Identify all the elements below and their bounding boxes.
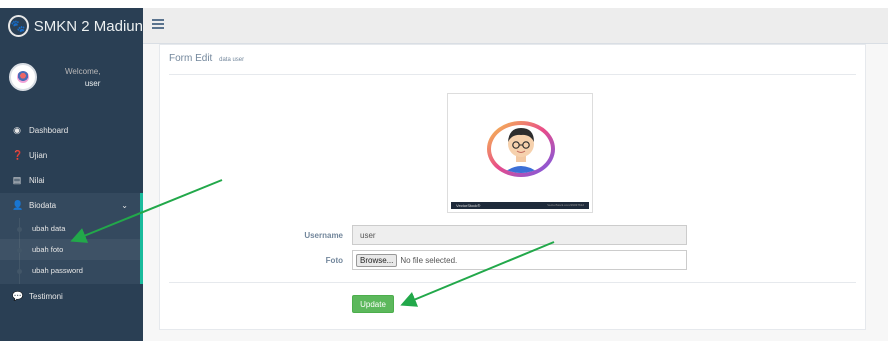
form-panel: Form Edit data user VectorStock® VectorS… bbox=[159, 44, 866, 330]
foto-label: Foto bbox=[325, 256, 343, 265]
top-border bbox=[0, 0, 888, 8]
brand[interactable]: 🐾 SMKN 2 Madiun bbox=[0, 8, 143, 44]
file-status: No file selected. bbox=[400, 255, 458, 265]
brand-title: SMKN 2 Madiun bbox=[33, 17, 143, 35]
sidebar-item-label: Ujian bbox=[29, 151, 48, 160]
panel-title-text: Form Edit bbox=[169, 53, 213, 64]
sidebar-subitem-label: ubah data bbox=[32, 224, 66, 233]
paw-icon: 🐾 bbox=[8, 15, 29, 37]
browse-button[interactable]: Browse... bbox=[356, 253, 398, 267]
foto-file-input[interactable]: Browse... No file selected. bbox=[352, 250, 687, 270]
sidebar-submenu: ubah data ubah foto ubah password bbox=[0, 218, 140, 284]
avatar bbox=[9, 63, 37, 91]
top-nav bbox=[143, 8, 888, 44]
sidebar-subitem-label: ubah password bbox=[32, 266, 83, 275]
sidebar-item-nilai[interactable]: ▤ Nilai bbox=[0, 168, 143, 193]
sidebar-subitem-ubah-data[interactable]: ubah data bbox=[0, 218, 140, 239]
menu-toggle-icon[interactable] bbox=[152, 19, 164, 29]
profile-username: user bbox=[84, 78, 101, 88]
comment-icon: 💬 bbox=[12, 291, 24, 301]
sidebar-subitem-label: ubah foto bbox=[32, 245, 64, 254]
sidebar-group-biodata: 👤 Biodata ⌄ ubah data ubah foto ubah pas… bbox=[0, 193, 143, 284]
profile: Welcome, user bbox=[0, 50, 143, 104]
question-circle-icon: ❓ bbox=[12, 150, 24, 160]
sidebar-menu: ◉ Dashboard ❓ Ujian ▤ Nilai 👤 Biodata ⌄ … bbox=[0, 118, 143, 309]
panel-subtitle: data user bbox=[219, 57, 245, 63]
watermark-right: VectorStock.com/29037612 bbox=[547, 203, 584, 207]
divider bbox=[169, 74, 856, 75]
sidebar: 🐾 SMKN 2 Madiun Welcome, user ◉ Dashboar… bbox=[0, 8, 143, 341]
profile-photo: VectorStock® VectorStock.com/29037612 bbox=[447, 93, 593, 213]
chevron-down-icon: ⌄ bbox=[121, 201, 128, 210]
sidebar-item-label: Biodata bbox=[29, 201, 57, 210]
sidebar-item-label: Dashboard bbox=[29, 126, 69, 135]
main-content: Form Edit data user VectorStock® VectorS… bbox=[143, 44, 888, 341]
welcome-text: Welcome, bbox=[65, 66, 101, 76]
sidebar-item-biodata[interactable]: 👤 Biodata ⌄ bbox=[0, 193, 140, 218]
update-button[interactable]: Update bbox=[352, 295, 394, 313]
table-icon: ▤ bbox=[12, 175, 22, 185]
username-field[interactable]: user bbox=[352, 225, 687, 245]
user-icon: 👤 bbox=[12, 200, 24, 210]
sidebar-item-label: Testimoni bbox=[29, 292, 63, 301]
panel-title: Form Edit data user bbox=[169, 53, 244, 64]
avatar-illustration bbox=[487, 121, 555, 177]
dashboard-icon: ◉ bbox=[13, 125, 21, 135]
sidebar-item-dashboard[interactable]: ◉ Dashboard bbox=[0, 118, 143, 143]
photo-watermark-bar: VectorStock® VectorStock.com/29037612 bbox=[451, 202, 589, 209]
watermark-left: VectorStock® bbox=[456, 203, 481, 208]
sidebar-item-testimoni[interactable]: 💬 Testimoni bbox=[0, 284, 143, 309]
username-value: user bbox=[360, 230, 376, 240]
username-label: Username bbox=[304, 231, 343, 240]
divider bbox=[169, 282, 856, 283]
sidebar-item-label: Nilai bbox=[29, 176, 45, 185]
sidebar-item-ujian[interactable]: ❓ Ujian bbox=[0, 143, 143, 168]
sidebar-subitem-ubah-foto[interactable]: ubah foto bbox=[0, 239, 140, 260]
sidebar-subitem-ubah-password[interactable]: ubah password bbox=[0, 260, 140, 281]
